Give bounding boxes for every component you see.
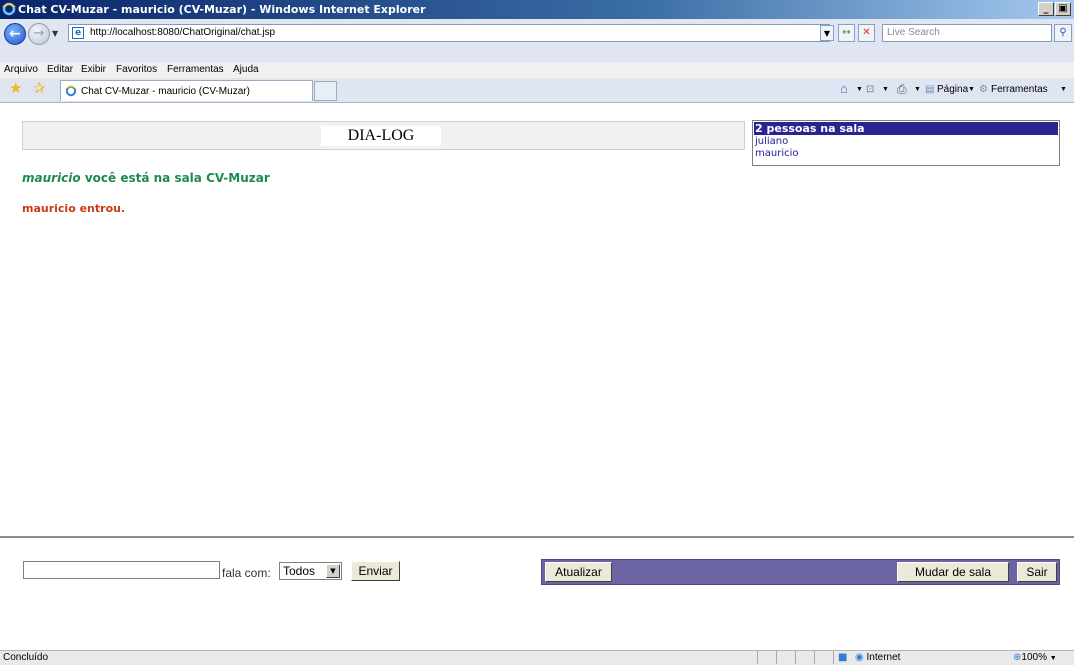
tools-gear-icon: ⚙ xyxy=(979,84,988,95)
ie-logo-icon xyxy=(2,2,16,16)
security-zone-label: Internet xyxy=(866,652,901,663)
forward-arrow-icon: → xyxy=(33,26,45,41)
user-item-mauricio[interactable]: mauricio xyxy=(755,148,799,160)
security-zone[interactable]: ◉ Internet xyxy=(855,652,900,663)
zoom-value: 100% xyxy=(1021,652,1047,663)
minimize-button[interactable]: _ xyxy=(1038,2,1054,16)
page-menu-icon: ▤ xyxy=(925,84,935,95)
stop-icon: ✕ xyxy=(862,27,871,38)
users-list-box: 2 pessoas na sala juliano mauricio xyxy=(752,120,1060,166)
ie-page-icon xyxy=(65,85,77,97)
address-dropdown-button[interactable]: ▼ xyxy=(820,25,834,41)
recent-pages-dropdown-icon[interactable]: ▼ xyxy=(52,29,58,38)
menu-bar: Arquivo Editar Exibir Favoritos Ferramen… xyxy=(0,62,1074,79)
chevron-down-icon: ▼ xyxy=(823,29,831,38)
room-user-name: mauricio xyxy=(22,171,81,185)
search-icon: ⚲ xyxy=(1059,27,1067,38)
print-icon[interactable]: ⎙ xyxy=(897,82,907,97)
menu-item-ferramentas[interactable]: Ferramentas xyxy=(167,64,224,75)
address-toolbar: ← → ▼ e http://localhost:8080/ChatOrigin… xyxy=(0,19,1074,62)
menu-item-exibir[interactable]: Exibir xyxy=(81,64,106,75)
recipient-select[interactable]: Todos ▼ xyxy=(279,562,342,580)
dialog-header-box: DIA-LOG xyxy=(22,121,745,150)
tools-menu[interactable]: Ferramentas xyxy=(991,84,1048,95)
tab-label: Chat CV-Muzar - mauricio (CV-Muzar) xyxy=(81,86,250,97)
print-dropdown-icon[interactable]: ▼ xyxy=(914,86,921,93)
feeds-dropdown-icon[interactable]: ▼ xyxy=(882,86,889,93)
address-field[interactable]: e http://localhost:8080/ChatOriginal/cha… xyxy=(68,24,830,42)
menu-item-editar[interactable]: Editar xyxy=(47,64,73,75)
menu-item-ajuda[interactable]: Ajuda xyxy=(233,64,259,75)
back-arrow-icon: ← xyxy=(9,26,21,42)
refresh-icon: ↔ xyxy=(842,27,851,38)
zoom-level[interactable]: ⊕100% ▼ xyxy=(1013,652,1057,663)
new-tab-button[interactable] xyxy=(314,81,337,101)
chat-controls-frame: fala com: Todos ▼ Enviar Atualizar Mudar… xyxy=(0,538,1074,650)
favorites-star-icon[interactable]: ★ xyxy=(9,81,22,96)
page-menu[interactable]: Página xyxy=(937,84,968,95)
dialog-title: DIA-LOG xyxy=(321,126,441,146)
tools-dropdown-icon[interactable]: ▼ xyxy=(1060,86,1067,93)
status-bar: Concluído ■ ◉ Internet ⊕100% ▼ xyxy=(0,650,1074,665)
room-message: mauricio você está na sala CV-Muzar xyxy=(22,171,270,185)
address-url: http://localhost:8080/ChatOriginal/chat.… xyxy=(90,27,276,38)
back-button[interactable]: ← xyxy=(4,23,26,45)
tab-bar: ★ ✰ Chat CV-Muzar - mauricio (CV-Muzar) … xyxy=(0,78,1074,103)
search-placeholder: Live Search xyxy=(887,27,940,38)
send-button[interactable]: Enviar xyxy=(351,561,400,581)
page-dropdown-icon[interactable]: ▼ xyxy=(968,86,975,93)
refresh-chat-button[interactable]: Atualizar xyxy=(545,562,612,582)
message-input[interactable] xyxy=(23,561,220,579)
globe-icon: ◉ xyxy=(855,652,864,663)
restore-icon: ▣ xyxy=(1058,3,1068,14)
exit-button[interactable]: Sair xyxy=(1017,562,1057,582)
stop-button[interactable]: ✕ xyxy=(858,24,875,42)
recipient-selected: Todos xyxy=(283,564,316,578)
forward-button[interactable]: → xyxy=(28,23,50,45)
search-button[interactable]: ⚲ xyxy=(1054,24,1072,42)
change-room-button[interactable]: Mudar de sala xyxy=(897,562,1009,582)
protected-mode-icon[interactable]: ■ xyxy=(838,652,847,663)
page-icon: e xyxy=(72,27,84,39)
chat-content-frame[interactable]: DIA-LOG 2 pessoas na sala juliano mauric… xyxy=(0,103,1074,538)
status-text: Concluído xyxy=(3,652,49,663)
entered-message: mauricio entrou. xyxy=(22,202,126,215)
user-item-juliano[interactable]: juliano xyxy=(755,136,788,148)
status-segment xyxy=(814,651,833,664)
users-count-header: 2 pessoas na sala xyxy=(754,122,1058,135)
home-icon[interactable]: ⌂ xyxy=(840,81,848,96)
status-segment xyxy=(757,651,776,664)
talk-with-label: fala com: xyxy=(222,566,271,580)
feeds-icon[interactable]: ⊡ xyxy=(866,84,874,95)
restore-button[interactable]: ▣ xyxy=(1055,2,1071,16)
window-title: Chat CV-Muzar - mauricio (CV-Muzar) - Wi… xyxy=(18,3,426,16)
home-dropdown-icon[interactable]: ▼ xyxy=(856,86,863,93)
menu-item-favoritos[interactable]: Favoritos xyxy=(116,64,157,75)
window-title-bar[interactable]: Chat CV-Muzar - mauricio (CV-Muzar) - Wi… xyxy=(0,0,1074,19)
status-segment xyxy=(795,651,814,664)
refresh-button[interactable]: ↔ xyxy=(838,24,855,42)
menu-item-arquivo[interactable]: Arquivo xyxy=(4,64,38,75)
room-text: você está na sala CV-Muzar xyxy=(80,171,270,185)
chevron-down-icon[interactable]: ▼ xyxy=(326,564,340,578)
search-input[interactable]: Live Search xyxy=(882,24,1052,42)
add-favorite-icon[interactable]: ✰ xyxy=(33,81,46,96)
action-bar: Atualizar Mudar de sala Sair xyxy=(541,559,1060,585)
tab-chat[interactable]: Chat CV-Muzar - mauricio (CV-Muzar) xyxy=(60,80,313,101)
zoom-dropdown-icon: ▼ xyxy=(1049,655,1057,662)
status-segment xyxy=(776,651,795,664)
